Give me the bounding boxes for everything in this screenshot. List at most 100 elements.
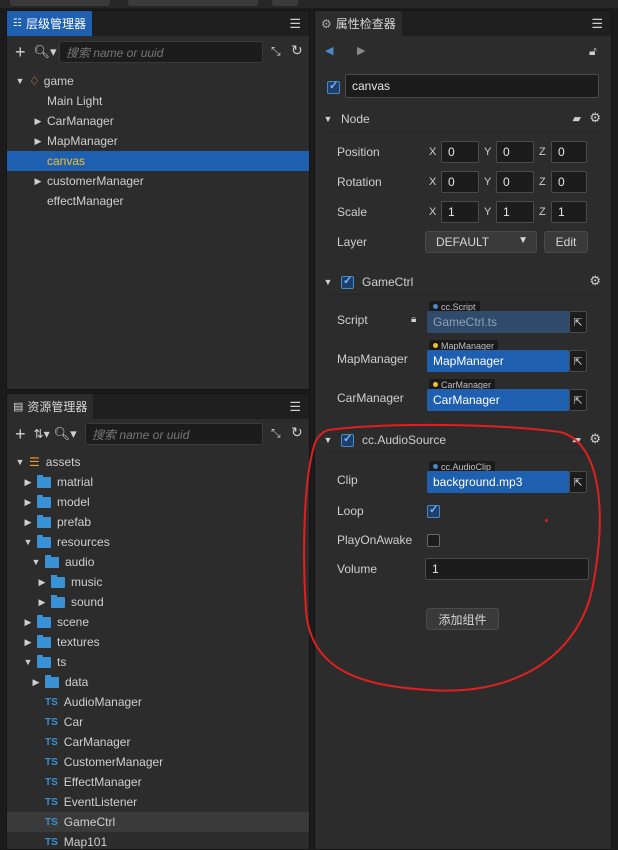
expand-icon[interactable]: ▼: [31, 557, 41, 567]
sort-icon[interactable]: ⇅▾: [34, 427, 50, 441]
asset-item-resources[interactable]: ▼ resources: [7, 532, 309, 552]
collapsed-icon[interactable]: ▶: [33, 116, 43, 127]
expand-icon[interactable]: ▼: [23, 657, 33, 667]
expand-icon[interactable]: ▼: [323, 114, 333, 124]
mapmanager-picker-icon[interactable]: ⇱: [569, 350, 587, 372]
collapsed-icon[interactable]: ▶: [23, 617, 33, 628]
layer-select[interactable]: DEFAULT ▼: [425, 231, 537, 253]
asset-item-assets[interactable]: ▼ ☰ assets: [7, 452, 309, 472]
asset-item-effectmanager[interactable]: TS EffectManager: [7, 772, 309, 792]
hierarchy-menu-icon[interactable]: ☰: [289, 16, 301, 32]
asset-item-car[interactable]: TS Car: [7, 712, 309, 732]
tree-item-main-light[interactable]: Main Light: [7, 91, 309, 111]
gear-icon[interactable]: ⚙: [589, 273, 601, 289]
tab-inspector[interactable]: ⚙ 属性检查器: [315, 11, 402, 36]
assets-menu-icon[interactable]: ☰: [289, 399, 301, 415]
expand-icon[interactable]: ▼: [15, 76, 25, 86]
tree-item-effectmanager[interactable]: effectManager: [7, 191, 309, 211]
node-name-input[interactable]: canvas: [345, 74, 599, 98]
collapse-icon[interactable]: ⤡: [271, 426, 281, 441]
rotation-x-input[interactable]: 0: [441, 171, 479, 193]
axis-x-label[interactable]: X: [429, 206, 436, 218]
asset-item-customermanager[interactable]: TS CustomerManager: [7, 752, 309, 772]
position-x-input[interactable]: 0: [441, 141, 479, 163]
rotation-y-input[interactable]: 0: [496, 171, 534, 193]
rotation-z-input[interactable]: 0: [551, 171, 587, 193]
tree-item-canvas[interactable]: canvas: [7, 151, 309, 171]
scene-tool-buttons[interactable]: [10, 0, 110, 6]
scale-x-input[interactable]: 1: [441, 201, 479, 223]
hierarchy-search-input[interactable]: 搜索 name or uuid: [59, 41, 263, 63]
lock-icon[interactable]: 🔓︎: [589, 44, 597, 59]
axis-z-label[interactable]: Z: [539, 146, 546, 158]
collapsed-icon[interactable]: ▶: [23, 517, 33, 528]
node-active-checkbox[interactable]: [327, 79, 340, 94]
book-icon[interactable]: ▰: [573, 112, 581, 125]
search-type-icon[interactable]: 🔍︎▾: [54, 426, 77, 442]
tree-item-mapmanager[interactable]: ▶ MapManager: [7, 131, 309, 151]
asset-item-gamectrl[interactable]: TS GameCtrl: [7, 812, 309, 832]
inspector-menu-icon[interactable]: ☰: [591, 16, 603, 32]
asset-item-audio[interactable]: ▼ audio: [7, 552, 309, 572]
tab-hierarchy[interactable]: ☷ 层级管理器: [7, 11, 92, 36]
expand-icon[interactable]: ▼: [23, 537, 33, 547]
asset-item-ts[interactable]: ▼ ts: [7, 652, 309, 672]
collapsed-icon[interactable]: ▶: [37, 577, 47, 588]
axis-z-label[interactable]: Z: [539, 206, 546, 218]
axis-z-label[interactable]: Z: [539, 176, 546, 188]
refresh-icon[interactable]: ↻: [291, 42, 303, 59]
collapsed-icon[interactable]: ▶: [23, 477, 33, 488]
asset-item-sound[interactable]: ▶ sound: [7, 592, 309, 612]
expand-icon[interactable]: ▼: [15, 457, 25, 467]
collapsed-icon[interactable]: ▶: [31, 677, 41, 688]
collapsed-icon[interactable]: ▶: [37, 597, 47, 608]
asset-item-eventlistener[interactable]: TS EventListener: [7, 792, 309, 812]
extra-button[interactable]: [272, 0, 298, 6]
gamectrl-section-header[interactable]: ▼ GameCtrl ⚙: [323, 270, 603, 295]
axis-x-label[interactable]: X: [429, 146, 436, 158]
preview-button[interactable]: [128, 0, 258, 6]
gear-icon[interactable]: ⚙: [589, 110, 601, 126]
asset-item-audiomanager[interactable]: TS AudioManager: [7, 692, 309, 712]
axis-x-label[interactable]: X: [429, 176, 436, 188]
add-icon[interactable]: +: [15, 42, 26, 63]
collapsed-icon[interactable]: ▶: [23, 497, 33, 508]
collapsed-icon[interactable]: ▶: [33, 136, 43, 147]
tab-assets[interactable]: ▤ 资源管理器: [7, 394, 94, 419]
scale-y-input[interactable]: 1: [496, 201, 534, 223]
asset-item-textures[interactable]: ▶ textures: [7, 632, 309, 652]
tree-item-game[interactable]: ▼ ♢ game: [7, 71, 309, 91]
asset-item-music[interactable]: ▶ music: [7, 572, 309, 592]
forward-icon[interactable]: ▶: [357, 44, 365, 57]
script-picker-icon[interactable]: ⇱: [569, 311, 587, 333]
carmanager-field[interactable]: CarManager: [427, 389, 569, 411]
tree-item-carmanager[interactable]: ▶ CarManager: [7, 111, 309, 131]
asset-item-model[interactable]: ▶ model: [7, 492, 309, 512]
collapsed-icon[interactable]: ▶: [23, 637, 33, 648]
axis-y-label[interactable]: Y: [484, 176, 491, 188]
tree-item-customermanager[interactable]: ▶ customerManager: [7, 171, 309, 191]
collapse-icon[interactable]: ⤡: [271, 44, 281, 59]
asset-item-matrial[interactable]: ▶ matrial: [7, 472, 309, 492]
gamectrl-enabled-checkbox[interactable]: [341, 274, 354, 289]
asset-item-carmanager[interactable]: TS CarManager: [7, 732, 309, 752]
axis-y-label[interactable]: Y: [484, 206, 491, 218]
mapmanager-field[interactable]: MapManager: [427, 350, 569, 372]
back-icon[interactable]: ◀: [325, 44, 333, 57]
axis-y-label[interactable]: Y: [484, 146, 491, 158]
search-type-icon[interactable]: 🔍︎▾: [34, 44, 57, 60]
assets-search-input[interactable]: 搜索 name or uuid: [85, 423, 263, 445]
collapsed-icon[interactable]: ▶: [33, 176, 43, 187]
carmanager-picker-icon[interactable]: ⇱: [569, 389, 587, 411]
add-icon[interactable]: +: [15, 424, 26, 445]
position-y-input[interactable]: 0: [496, 141, 534, 163]
scale-z-input[interactable]: 1: [551, 201, 587, 223]
expand-icon[interactable]: ▼: [323, 277, 333, 287]
asset-item-data[interactable]: ▶ data: [7, 672, 309, 692]
script-field[interactable]: GameCtrl.ts: [427, 311, 569, 333]
node-section-header[interactable]: ▼ Node ▰ ⚙: [323, 107, 603, 132]
asset-item-scene[interactable]: ▶ scene: [7, 612, 309, 632]
position-z-input[interactable]: 0: [551, 141, 587, 163]
asset-item-prefab[interactable]: ▶ prefab: [7, 512, 309, 532]
asset-item-map101[interactable]: TS Map101: [7, 832, 309, 849]
